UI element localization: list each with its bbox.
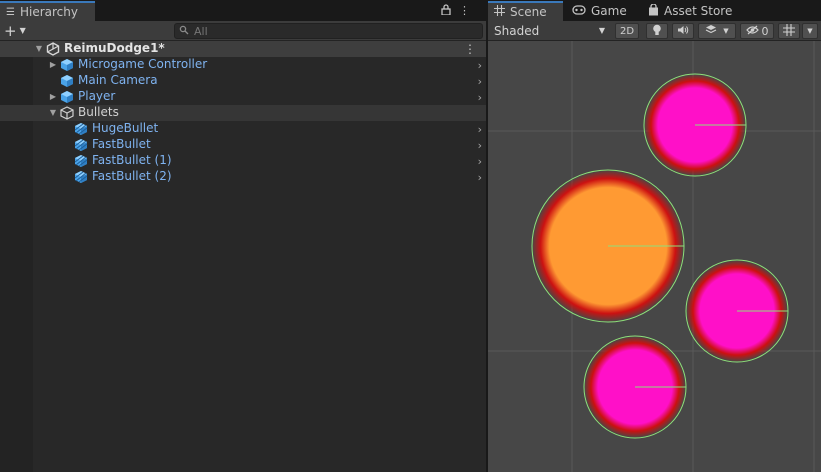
item-label: Player [78,89,116,103]
prefab-variant-icon [74,138,88,152]
prefab-variant-icon [74,122,88,136]
prefab-cube-icon [60,90,74,104]
hierarchy-tree: ▼ ReimuDodge1* ⋮ ▶ Microgame Controller … [0,41,486,185]
scene-name: ReimuDodge1* [64,41,165,55]
scene-row[interactable]: ▼ ReimuDodge1* ⋮ [0,41,486,57]
list-icon: ☰ [6,6,15,18]
audio-toggle-button[interactable] [672,23,694,39]
fold-arrow-expanded-icon[interactable]: ▼ [48,108,58,118]
tab-hierarchy-label: Hierarchy [19,5,78,19]
caret-down-icon: ▼ [19,26,26,35]
chevron-right-icon[interactable]: › [478,155,482,168]
lighting-toggle-button[interactable] [646,23,668,39]
grid-snap-icon [783,23,795,39]
chevron-right-icon[interactable]: › [478,91,482,104]
tab-scene-label: Scene [510,5,547,19]
prefab-variant-icon [74,170,88,184]
tab-game[interactable]: Game [566,1,633,21]
item-label: FastBullet (1) [92,153,172,167]
tab-hierarchy[interactable]: ☰ Hierarchy [0,1,95,21]
effects-dropdown-button[interactable]: ▼ [698,23,736,39]
eye-hidden-icon [745,25,759,38]
gizmos-dropdown-button[interactable]: ▼ [802,23,818,39]
tab-scene[interactable]: Scene [488,1,563,21]
scene-viewport[interactable] [488,41,821,472]
fold-arrow-collapsed-icon[interactable]: ▶ [48,92,58,102]
item-label: Bullets [78,105,119,119]
huge-bullet-sprite[interactable] [531,169,685,323]
hierarchy-item-huge-bullet[interactable]: HugeBullet › [0,121,486,137]
hierarchy-tabbar: ☰ Hierarchy ⋮ [0,0,486,21]
search-icon [179,24,189,38]
scene-tabbar: Scene Game Asset Store [488,0,821,21]
toggle-2d-label: 2D [619,25,635,37]
chevron-right-icon[interactable]: › [478,75,482,88]
prefab-cube-icon [60,74,74,88]
caret-down-icon: ▼ [598,26,605,35]
hierarchy-search[interactable] [174,23,483,39]
gamepad-icon [572,4,586,18]
shading-mode-dropdown[interactable]: Shaded ▼ [491,22,608,39]
chevron-right-icon[interactable]: › [478,171,482,184]
fast-bullet-sprite[interactable] [685,259,789,363]
light-bulb-icon [652,24,662,39]
hierarchy-panel: ☰ Hierarchy ⋮ + ▼ ▼ Reimu [0,0,486,472]
hierarchy-item-bullets[interactable]: ▼ Bullets [0,105,486,121]
hierarchy-toolbar: + ▼ [0,21,486,41]
bullets-group [531,73,789,439]
scene-canvas[interactable] [488,41,821,472]
item-label: Microgame Controller [78,57,208,71]
hierarchy-item-fast-bullet-1[interactable]: FastBullet (1) › [0,153,486,169]
unity-scene-icon [46,42,60,56]
prefab-cube-icon [60,58,74,72]
gameobject-cube-icon [60,106,74,120]
caret-down-icon: ▼ [723,27,729,35]
hidden-objects-button[interactable]: 0 [740,23,774,39]
toggle-2d-button[interactable]: 2D [615,23,639,39]
hierarchy-item-fast-bullet-2[interactable]: FastBullet (2) › [0,169,486,185]
grid-icon [494,5,505,19]
hierarchy-item-fast-bullet[interactable]: FastBullet › [0,137,486,153]
create-button[interactable]: + ▼ [4,22,26,40]
item-label: FastBullet (2) [92,169,172,183]
tab-game-label: Game [591,4,627,18]
lock-icon[interactable] [441,4,451,18]
fold-arrow-expanded-icon[interactable]: ▼ [34,44,44,54]
prefab-variant-icon [74,154,88,168]
fold-arrow-collapsed-icon[interactable]: ▶ [48,60,58,70]
plus-icon: + [4,22,17,40]
item-label: HugeBullet [92,121,159,135]
hierarchy-item-microgame-controller[interactable]: ▶ Microgame Controller › [0,57,486,73]
hierarchy-item-player[interactable]: ▶ Player › [0,89,486,105]
tab-asset-store-label: Asset Store [664,4,733,18]
fast-bullet-sprite[interactable] [643,73,747,177]
caret-down-icon: ▼ [807,27,813,35]
item-label: FastBullet [92,137,151,151]
scene-toolbar: Shaded ▼ 2D ▼ 0 ▼ [488,21,821,41]
scene-panel: Scene Game Asset Store Shaded ▼ 2D ▼ 0 ▼ [488,0,821,472]
chevron-right-icon[interactable]: › [478,59,482,72]
chevron-right-icon[interactable]: › [478,123,482,136]
hierarchy-item-main-camera[interactable]: Main Camera › [0,73,486,89]
chevron-right-icon[interactable]: › [478,139,482,152]
speaker-icon [677,25,689,38]
gizmo-grid-button[interactable] [778,23,800,39]
hidden-count: 0 [761,24,769,38]
tab-asset-store[interactable]: Asset Store [642,1,738,21]
shading-mode-label: Shaded [494,23,540,38]
search-input[interactable] [194,24,464,38]
item-label: Main Camera [78,73,158,87]
scene-menu-icon[interactable]: ⋮ [464,42,476,56]
layers-icon [705,24,717,38]
bag-icon [648,2,659,19]
more-menu-icon[interactable]: ⋮ [459,4,470,18]
